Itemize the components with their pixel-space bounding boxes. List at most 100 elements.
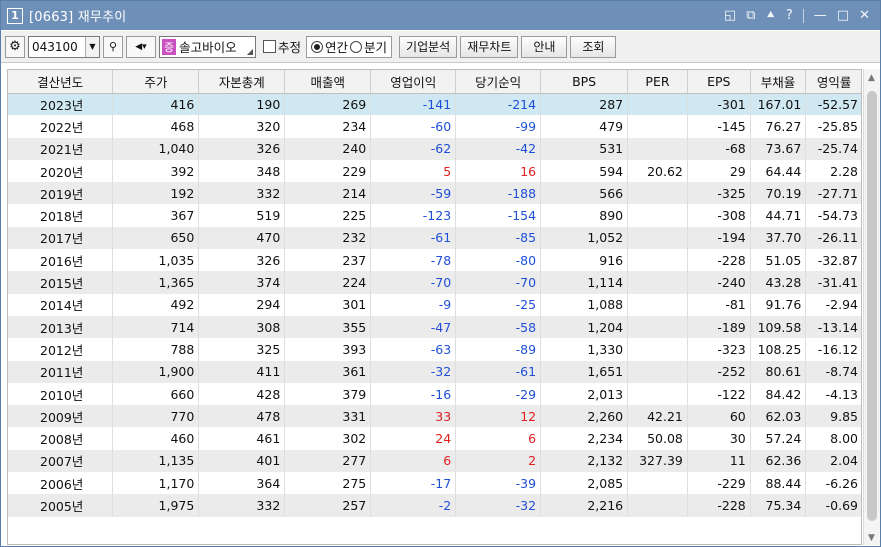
column-header[interactable]: 매출액 [284,70,372,94]
help-icon[interactable]: ? [786,8,793,23]
gear-icon[interactable]: ⚙ [5,35,25,58]
table-cell: -78 [370,249,457,272]
new-window-icon[interactable]: ⧉ [746,8,755,23]
quarter-radio[interactable] [350,40,363,53]
financial-chart-button[interactable]: 재무차트 [460,35,519,58]
scrollbar-thumb[interactable] [867,91,877,521]
column-header[interactable]: 결산년도 [8,70,114,94]
table-row[interactable]: 2014년 492 294 301 -9 -25 1,088 -81 91.76 -2.94 [8,293,861,316]
annual-radio[interactable] [311,40,324,53]
estimate-checkbox[interactable]: 추정 [263,37,301,56]
table-row[interactable]: 2010년 660 428 379 -16 -29 2,013 -122 84.42 -4.13 [8,382,861,406]
chevron-down-icon[interactable]: ▼ [85,36,99,57]
table-cell: 348 [198,159,286,183]
table-cell: 50.08 [627,427,688,450]
table-cell: -229 [687,472,751,495]
table-cell: 478 [198,405,286,428]
table-cell: -80 [455,249,542,272]
scroll-up-icon[interactable]: ▲ [868,73,875,83]
minimize-icon[interactable]: — [814,8,827,23]
table-cell: -214 [455,93,542,116]
estimate-checkbox-box[interactable] [263,40,276,53]
table-row[interactable]: 2015년 1,365 374 224 -70 -70 1,114 -240 43.28 -31.… [8,271,861,294]
search-icon[interactable]: ⚲ [103,35,123,58]
query-button[interactable]: 조회 [570,35,617,58]
table-cell: 11 [687,449,751,473]
guide-button[interactable]: 안내 [521,35,568,58]
company-analysis-button[interactable]: 기업분석 [399,35,458,58]
table-cell: -42 [455,137,542,160]
annual-label[interactable]: 연간 [325,37,348,56]
table-row[interactable]: 2011년 1,900 411 361 -32 -61 1,651 -252 80.61 -8.7… [8,360,861,383]
table-row[interactable]: 2005년 1,975 332 257 -2 -32 2,216 -228 75.34 -0.69 [8,494,861,517]
table-cell: -154 [455,204,542,227]
table-cell: -25.85 [805,115,861,138]
table-row[interactable]: 2019년 192 332 214 -59 -188 566 -325 70.19 -27.71 [8,182,861,205]
table-cell: 2.04 [805,449,861,473]
column-header[interactable]: 당기순익 [455,70,542,94]
table-row[interactable]: 2007년 1,135 401 277 6 2 2,132 327.39 11 62.36 2.04 [8,449,861,473]
table-cell: 2009년 [8,405,114,428]
table-row[interactable]: 2012년 788 325 393 -63 -89 1,330 -323 108.25 -16.1… [8,338,861,361]
table-cell: -194 [687,226,751,250]
table-row[interactable]: 2009년 770 478 331 33 12 2,260 42.21 60 62.03 9.85 [8,405,861,428]
column-header[interactable]: 주가 [112,70,200,94]
table-row[interactable]: 2022년 468 320 234 -60 -99 479 -145 76.27 -25.85 [8,115,861,138]
link-icon[interactable]: ◱ [724,8,736,23]
table-cell: 12 [455,405,542,428]
stock-code-input[interactable]: 043100 ▼ [28,35,100,58]
table-cell: 1,135 [112,449,200,473]
table-row[interactable]: 2006년 1,170 364 275 -17 -39 2,085 -229 88.44 -6.2… [8,472,861,495]
column-header[interactable]: 자본총계 [198,70,286,94]
table-cell: -240 [687,271,751,294]
table-row[interactable]: 2016년 1,035 326 237 -78 -80 916 -228 51.05 -32.87 [8,249,861,272]
quarter-label[interactable]: 분기 [364,37,387,56]
table-cell: -16 [370,382,457,406]
table-row[interactable]: 2008년 460 461 302 24 6 2,234 50.08 30 57.24 8.00 [8,427,861,450]
table-cell: 392 [112,159,200,183]
table-cell: -6.26 [805,472,861,495]
table-row[interactable]: 2023년 416 190 269 -141 -214 287 -301 167.01 -52.5… [8,93,861,116]
stock-name: 솔고바이오 [179,40,237,55]
table-cell: -58 [455,315,542,339]
column-header[interactable]: BPS [540,70,629,94]
column-header[interactable]: 영익률 [805,70,861,94]
table-row[interactable]: 2020년 392 348 229 5 16 594 20.62 29 64.44 2.28 [8,159,861,183]
table-cell: 275 [284,472,372,495]
table-cell: 1,330 [540,338,629,361]
maximize-icon[interactable]: □ [837,8,849,23]
table-cell: 5 [370,159,457,183]
table-cell: -60 [370,115,457,138]
table-cell: 192 [112,182,200,205]
vertical-scrollbar[interactable]: ▲ ▼ [863,69,880,545]
table-cell: -25.74 [805,137,861,160]
stock-name-box[interactable]: 증 솔고바이오 ◢ [159,35,256,58]
table-cell: 308 [198,315,286,339]
table-cell: 416 [112,93,200,116]
table-cell: 770 [112,405,200,428]
table-cell: -123 [370,204,457,227]
table-cell: 2010년 [8,382,114,406]
speaker-icon[interactable]: ◀▾ [126,35,156,58]
scroll-down-icon[interactable]: ▼ [868,533,875,543]
table-cell: 224 [284,271,372,294]
table-row[interactable]: 2018년 367 519 225 -123 -154 890 -308 44.71 -54.73 [8,204,861,227]
table-cell: 320 [198,115,286,138]
table-row[interactable]: 2013년 714 308 355 -47 -58 1,204 -189 109.58 -13.1… [8,315,861,339]
column-header[interactable]: 부채율 [750,70,807,94]
table-row[interactable]: 2021년 1,040 326 240 -62 -42 531 -68 73.67 -25.74 [8,137,861,160]
table-cell: 60 [687,405,751,428]
table-cell: 1,088 [540,293,629,316]
column-header[interactable]: PER [627,70,688,94]
table-cell [627,182,688,205]
table-cell: 2,260 [540,405,629,428]
column-header[interactable]: 영업이익 [370,70,457,94]
pin-icon[interactable]: ⯅ [765,8,775,23]
close-icon[interactable]: ✕ [859,8,870,23]
table-row[interactable]: 2017년 650 470 232 -61 -85 1,052 -194 37.70 -26.11 [8,226,861,250]
column-header[interactable]: EPS [687,70,751,94]
table-cell: -8.74 [805,360,861,383]
table-cell: 62.36 [750,449,807,473]
table-cell: -2 [370,494,457,517]
table-cell [627,382,688,406]
